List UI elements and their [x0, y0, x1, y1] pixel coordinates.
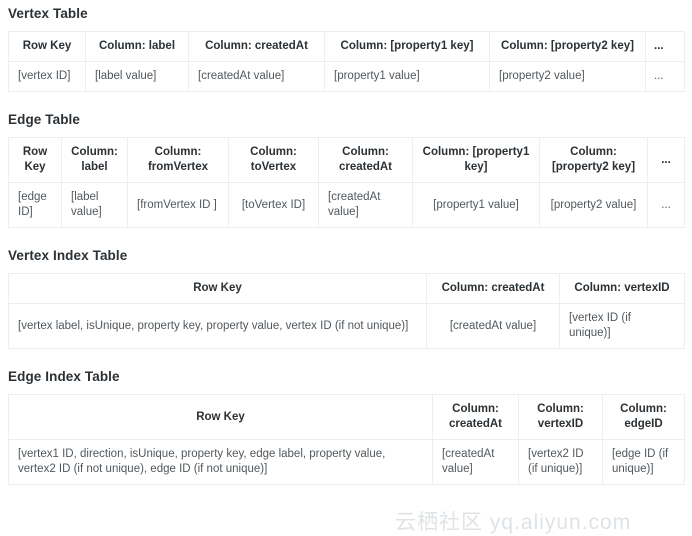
watermark: 云栖社区 yq.aliyun.com — [395, 511, 632, 534]
cell-edge-id: [edge ID] — [8, 182, 62, 228]
cell-property2-value: [property2 value] — [489, 61, 646, 92]
page-title-edge-index-table: Edge Index Table — [8, 369, 120, 384]
cell-createdat-value: [createdAt value] — [426, 303, 560, 349]
table-header-row: Row Key Column: label Column: createdAt … — [8, 31, 685, 62]
table-header-row: Row Key Column: label Column: fromVertex… — [8, 137, 685, 183]
page-container: Vertex Table Row Key Column: label Colum… — [0, 0, 692, 485]
page-title-edge-table: Edge Table — [8, 112, 81, 127]
vertex-index-table: Row Key Column: createdAt Column: vertex… — [8, 273, 685, 349]
table-header-row: Row Key Column: createdAt Column: vertex… — [8, 394, 685, 440]
cell-row-key-composite: [vertex1 ID, direction, isUnique, proper… — [8, 439, 433, 485]
section-vertex-table: Vertex Table Row Key Column: label Colum… — [8, 0, 685, 92]
column-header-createdat: Column: createdAt — [188, 31, 325, 62]
column-header-vertexid: Column: vertexID — [518, 394, 603, 440]
cell-edge-id: [edge ID (if unique)] — [602, 439, 685, 485]
cell-createdat-value: [createdAt value] — [318, 182, 413, 228]
cell-more-ellipsis: ... — [645, 61, 685, 92]
section-edge-table: Edge Table Row Key Column: label Column:… — [8, 112, 685, 228]
edge-index-table: Row Key Column: createdAt Column: vertex… — [8, 394, 685, 485]
cell-vertex2-id: [vertex2 ID (if unique)] — [518, 439, 603, 485]
cell-label-value: [label value] — [61, 182, 128, 228]
column-header-more-ellipsis: ... — [645, 31, 685, 62]
table-row: [edge ID] [label value] [fromVertex ID ]… — [8, 182, 685, 228]
cell-property1-value: [property1 value] — [412, 182, 540, 228]
column-header-property1-key: Column: [property1 key] — [324, 31, 490, 62]
cell-more-ellipsis: ... — [647, 182, 685, 228]
vertex-table: Row Key Column: label Column: createdAt … — [8, 31, 685, 92]
column-header-tovertex: Column: toVertex — [228, 137, 319, 183]
cell-tovertex-id: [toVertex ID] — [228, 182, 319, 228]
cell-vertex-id: [vertex ID (if unique)] — [559, 303, 685, 349]
column-header-createdat: Column: createdAt — [432, 394, 519, 440]
cell-property2-value: [property2 value] — [539, 182, 648, 228]
section-edge-index-table: Edge Index Table Row Key Column: created… — [8, 369, 685, 485]
section-vertex-index-table: Vertex Index Table Row Key Column: creat… — [8, 248, 685, 349]
page-title-vertex-index-table: Vertex Index Table — [8, 248, 128, 263]
column-header-createdat: Column: createdAt — [426, 273, 560, 304]
column-header-property2-key: Column: [property2 key] — [489, 31, 646, 62]
table-header-row: Row Key Column: createdAt Column: vertex… — [8, 273, 685, 304]
column-header-row-key: Row Key — [8, 273, 427, 304]
cell-createdat-value: [createdAt value] — [432, 439, 519, 485]
cell-property1-value: [property1 value] — [324, 61, 490, 92]
cell-createdat-value: [createdAt value] — [188, 61, 325, 92]
cell-row-key-composite: [vertex label, isUnique, property key, p… — [8, 303, 427, 349]
column-header-vertexid: Column: vertexID — [559, 273, 685, 304]
column-header-edgeid: Column: edgeID — [602, 394, 685, 440]
column-header-property2-key: Column: [property2 key] — [539, 137, 648, 183]
column-header-label: Column: label — [85, 31, 189, 62]
column-header-row-key: Row Key — [8, 137, 62, 183]
table-row: [vertex1 ID, direction, isUnique, proper… — [8, 439, 685, 485]
column-header-more-ellipsis: ... — [647, 137, 685, 183]
cell-vertex-id: [vertex ID] — [8, 61, 86, 92]
column-header-createdat: Column: createdAt — [318, 137, 413, 183]
column-header-label: Column: label — [61, 137, 128, 183]
column-header-row-key: Row Key — [8, 394, 433, 440]
cell-fromvertex-id: [fromVertex ID ] — [127, 182, 229, 228]
table-row: [vertex ID] [label value] [createdAt val… — [8, 61, 685, 92]
column-header-row-key: Row Key — [8, 31, 86, 62]
column-header-property1-key: Column: [property1 key] — [412, 137, 540, 183]
page-title-vertex-table: Vertex Table — [8, 6, 88, 21]
column-header-fromvertex: Column: fromVertex — [127, 137, 229, 183]
cell-label-value: [label value] — [85, 61, 189, 92]
table-row: [vertex label, isUnique, property key, p… — [8, 303, 685, 349]
edge-table: Row Key Column: label Column: fromVertex… — [8, 137, 685, 228]
